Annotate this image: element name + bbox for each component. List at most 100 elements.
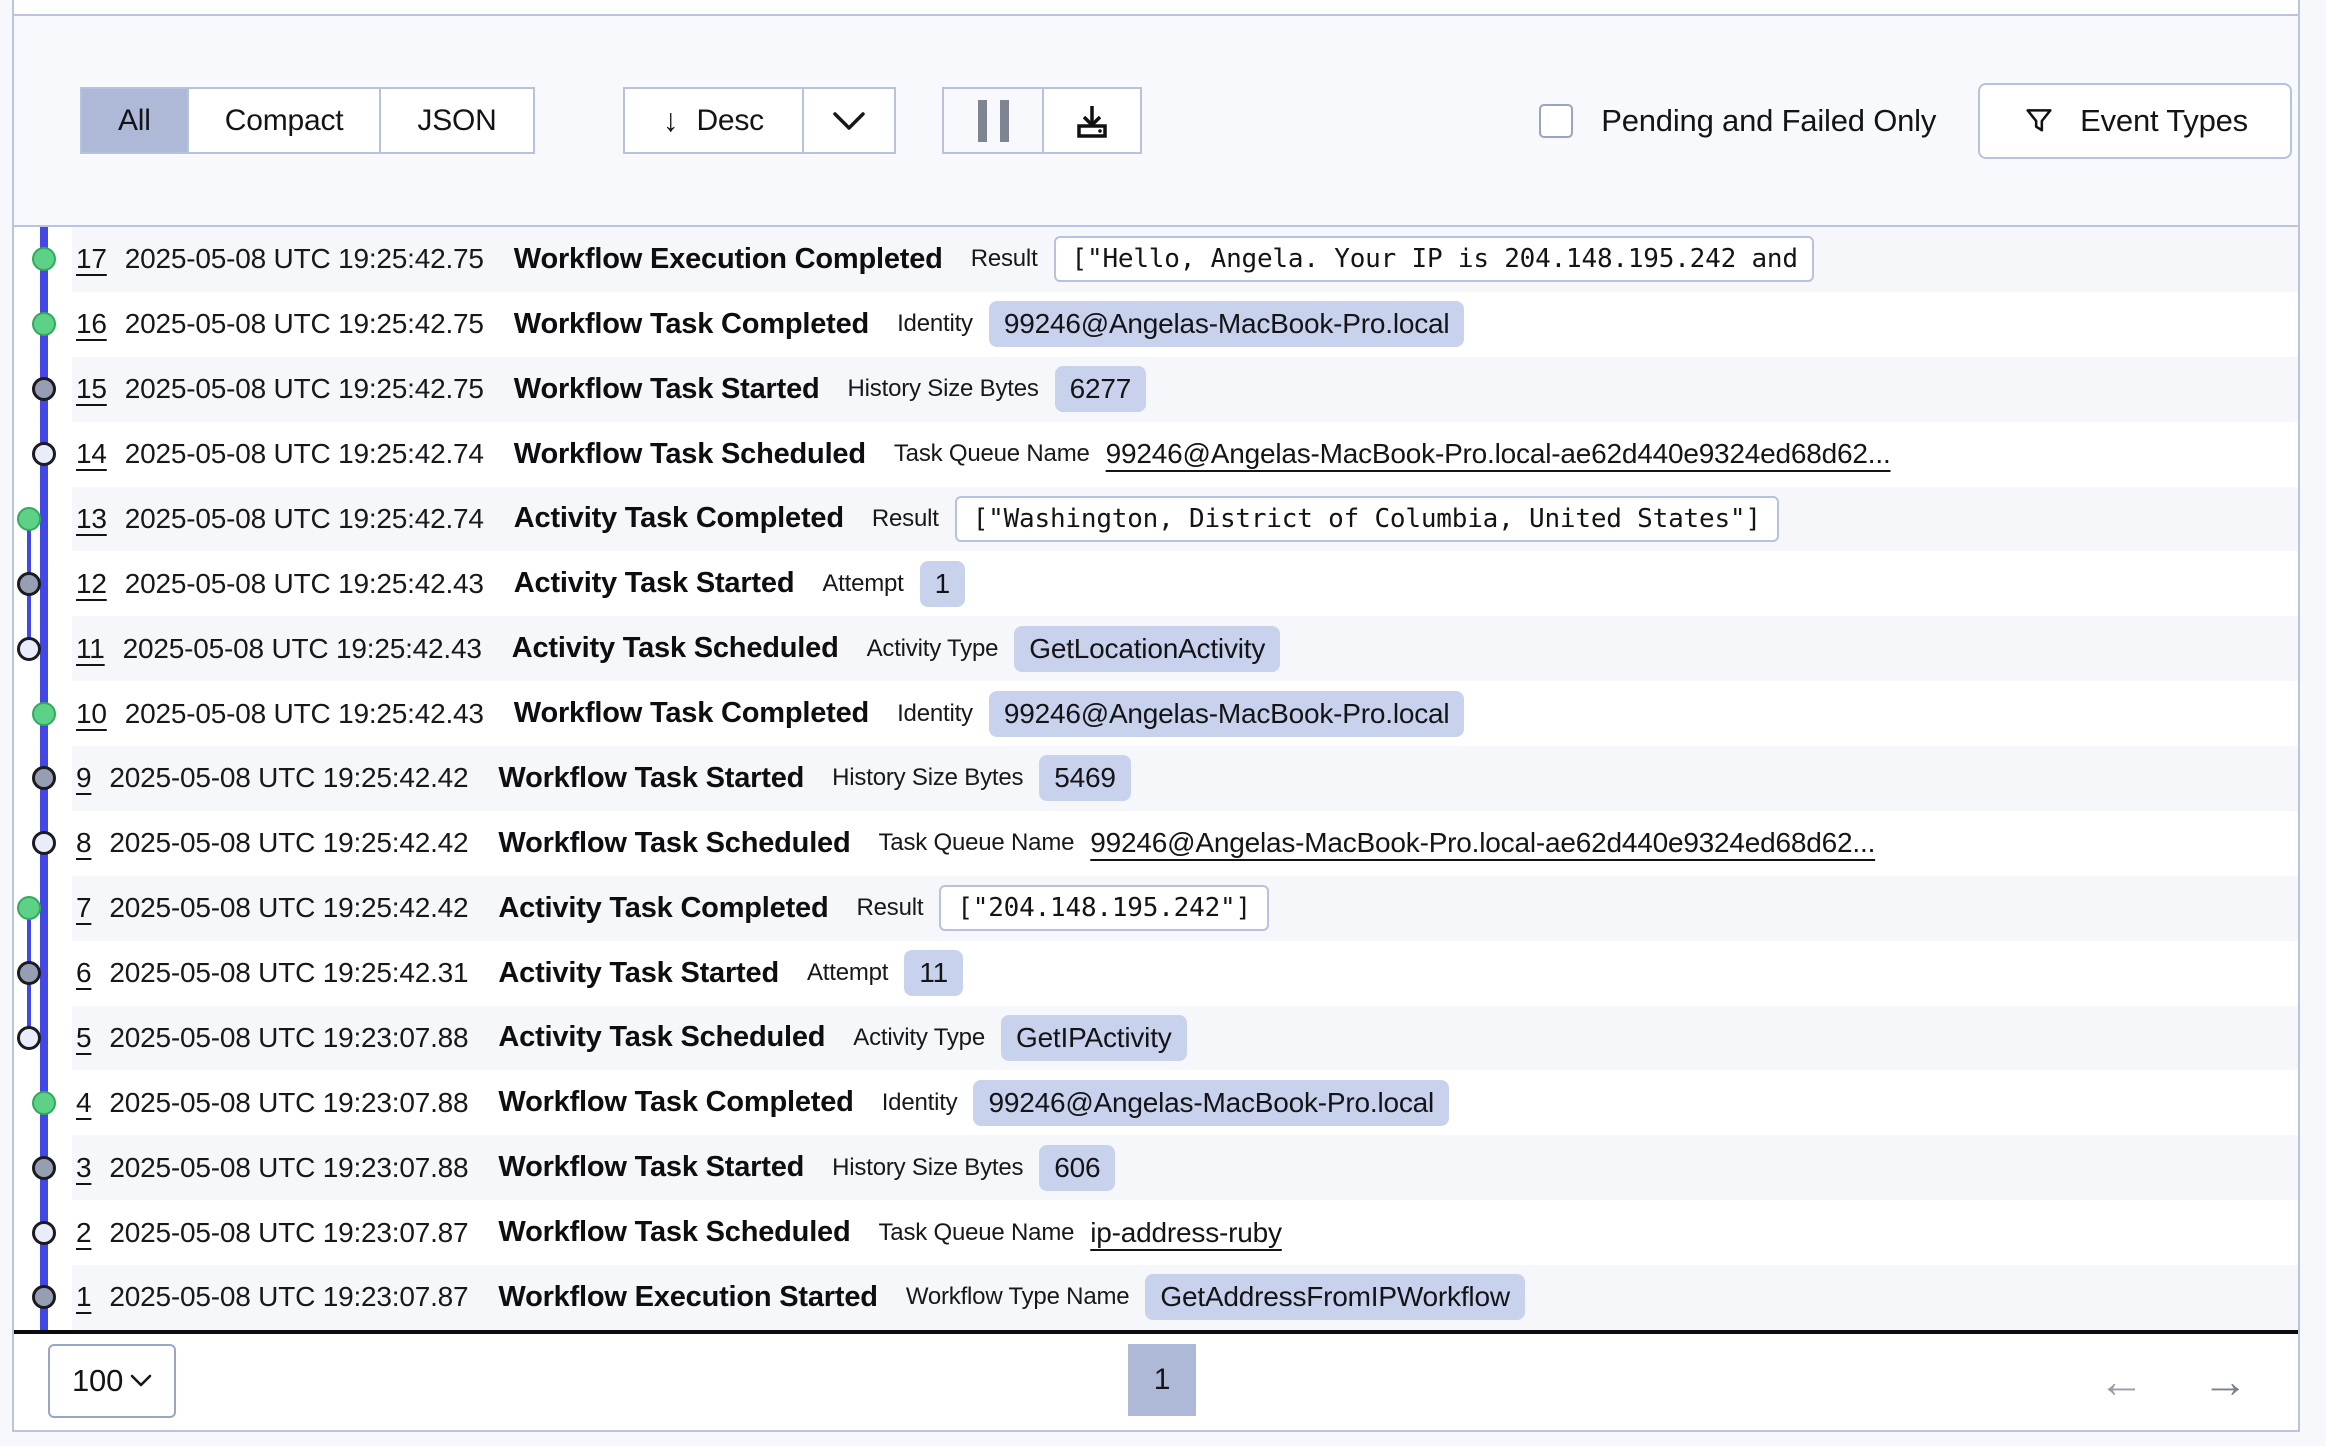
- tab-compact[interactable]: Compact: [187, 89, 380, 152]
- event-row[interactable]: 6 2025-05-08 UTC 19:25:42.31 Activity Ta…: [14, 941, 2298, 1006]
- event-result-codebox: ["Washington, District of Columbia, Unit…: [955, 496, 1779, 542]
- event-attribute-label: Result: [971, 245, 1038, 273]
- event-id-link[interactable]: 7: [76, 892, 91, 924]
- event-task-queue-link[interactable]: 99246@Angelas-MacBook-Pro.local-ae62d440…: [1090, 827, 1875, 859]
- event-row-body: 11 2025-05-08 UTC 19:25:42.43 Activity T…: [72, 616, 2298, 681]
- page-size-value: 100: [72, 1363, 123, 1399]
- event-id-link[interactable]: 4: [76, 1087, 91, 1119]
- event-id-link[interactable]: 15: [76, 373, 107, 405]
- pending-failed-checkbox[interactable]: [1539, 104, 1573, 138]
- event-history-toolbar: All Compact JSON ↓ Desc: [14, 14, 2298, 227]
- event-id-link[interactable]: 3: [76, 1152, 91, 1184]
- event-status-dot: [17, 1026, 41, 1050]
- arrow-down-icon: ↓: [663, 102, 679, 139]
- event-timestamp: 2025-05-08 UTC 19:25:42.43: [125, 698, 484, 730]
- event-attribute-badge: GetLocationActivity: [1014, 626, 1280, 672]
- event-id-link[interactable]: 10: [76, 698, 107, 730]
- download-history-button[interactable]: [1042, 89, 1140, 152]
- event-timestamp: 2025-05-08 UTC 19:23:07.88: [109, 1022, 468, 1054]
- event-id-link[interactable]: 11: [76, 633, 105, 665]
- next-page-arrow-icon[interactable]: →: [2202, 1358, 2248, 1404]
- event-row[interactable]: 12 2025-05-08 UTC 19:25:42.43 Activity T…: [14, 551, 2298, 616]
- event-attribute-label: Identity: [897, 310, 973, 338]
- event-id-link[interactable]: 16: [76, 308, 107, 340]
- event-row[interactable]: 13 2025-05-08 UTC 19:25:42.74 Activity T…: [14, 487, 2298, 552]
- event-row[interactable]: 11 2025-05-08 UTC 19:25:42.43 Activity T…: [14, 616, 2298, 681]
- event-type-name: Activity Task Completed: [514, 502, 844, 535]
- chevron-down-icon: [130, 1374, 152, 1388]
- chevron-down-icon: [832, 111, 866, 131]
- event-timestamp: 2025-05-08 UTC 19:25:42.31: [109, 957, 468, 989]
- event-row[interactable]: 4 2025-05-08 UTC 19:23:07.88 Workflow Ta…: [14, 1070, 2298, 1135]
- event-timestamp: 2025-05-08 UTC 19:25:42.42: [109, 892, 468, 924]
- event-timestamp: 2025-05-08 UTC 19:25:42.74: [125, 503, 484, 535]
- event-row[interactable]: 17 2025-05-08 UTC 19:25:42.75 Workflow E…: [14, 227, 2298, 292]
- event-status-dot: [32, 766, 56, 790]
- event-row[interactable]: 2 2025-05-08 UTC 19:23:07.87 Workflow Ta…: [14, 1200, 2298, 1265]
- event-row[interactable]: 16 2025-05-08 UTC 19:25:42.75 Workflow T…: [14, 292, 2298, 357]
- event-attribute-label: Activity Type: [853, 1024, 985, 1052]
- event-attribute-badge: 99246@Angelas-MacBook-Pro.local: [973, 1080, 1449, 1126]
- tab-all[interactable]: All: [82, 89, 187, 152]
- pagination-footer: 100 1 ← →: [14, 1334, 2298, 1428]
- event-row[interactable]: 15 2025-05-08 UTC 19:25:42.75 Workflow T…: [14, 357, 2298, 422]
- event-row-body: 3 2025-05-08 UTC 19:23:07.88 Workflow Ta…: [72, 1135, 2298, 1200]
- event-row[interactable]: 9 2025-05-08 UTC 19:25:42.42 Workflow Ta…: [14, 746, 2298, 811]
- download-icon: [1071, 100, 1113, 142]
- event-timestamp: 2025-05-08 UTC 19:23:07.88: [109, 1152, 468, 1184]
- event-status-dot: [32, 1221, 56, 1245]
- event-row[interactable]: 5 2025-05-08 UTC 19:23:07.88 Activity Ta…: [14, 1006, 2298, 1071]
- event-task-queue-link[interactable]: 99246@Angelas-MacBook-Pro.local-ae62d440…: [1106, 438, 1891, 470]
- event-row[interactable]: 1 2025-05-08 UTC 19:23:07.87 Workflow Ex…: [14, 1265, 2298, 1330]
- event-history-panel: All Compact JSON ↓ Desc: [12, 0, 2300, 1432]
- event-result-codebox: ["204.148.195.242"]: [939, 885, 1269, 931]
- previous-page-arrow-icon[interactable]: ←: [2098, 1358, 2144, 1404]
- event-row-body: 8 2025-05-08 UTC 19:25:42.42 Workflow Ta…: [72, 811, 2298, 876]
- event-timestamp: 2025-05-08 UTC 19:23:07.87: [109, 1217, 468, 1249]
- pause-autorefresh-button[interactable]: [944, 89, 1042, 152]
- event-attribute-label: Result: [856, 894, 923, 922]
- event-row[interactable]: 8 2025-05-08 UTC 19:25:42.42 Workflow Ta…: [14, 811, 2298, 876]
- event-row-body: 16 2025-05-08 UTC 19:25:42.75 Workflow T…: [72, 292, 2298, 357]
- event-id-link[interactable]: 12: [76, 568, 107, 600]
- event-attribute-badge: 99246@Angelas-MacBook-Pro.local: [989, 691, 1465, 737]
- pending-failed-label: Pending and Failed Only: [1601, 103, 1936, 139]
- event-row[interactable]: 10 2025-05-08 UTC 19:25:42.43 Workflow T…: [14, 681, 2298, 746]
- event-status-dot: [32, 1285, 56, 1309]
- page-size-select[interactable]: 100: [48, 1344, 176, 1418]
- event-id-link[interactable]: 13: [76, 503, 107, 535]
- event-timestamp: 2025-05-08 UTC 19:23:07.87: [109, 1281, 468, 1313]
- event-status-dot: [32, 702, 56, 726]
- event-attribute-badge: 5469: [1039, 755, 1131, 801]
- event-id-link[interactable]: 1: [76, 1281, 91, 1313]
- event-attribute-badge: 6277: [1055, 366, 1147, 412]
- event-row[interactable]: 14 2025-05-08 UTC 19:25:42.74 Workflow T…: [14, 422, 2298, 487]
- event-attribute-badge: 606: [1039, 1145, 1115, 1191]
- tab-json[interactable]: JSON: [379, 89, 532, 152]
- current-page-indicator[interactable]: 1: [1128, 1344, 1196, 1416]
- filter-funnel-icon: [2022, 104, 2056, 138]
- event-id-link[interactable]: 8: [76, 827, 91, 859]
- sort-order-button[interactable]: ↓ Desc: [625, 89, 802, 152]
- event-id-link[interactable]: 6: [76, 957, 91, 989]
- event-row-body: 1 2025-05-08 UTC 19:23:07.87 Workflow Ex…: [72, 1265, 2298, 1330]
- event-status-dot: [17, 507, 41, 531]
- event-id-link[interactable]: 9: [76, 762, 91, 794]
- event-id-link[interactable]: 17: [76, 243, 107, 275]
- event-timestamp: 2025-05-08 UTC 19:23:07.88: [109, 1087, 468, 1119]
- event-id-link[interactable]: 2: [76, 1217, 91, 1249]
- event-attribute-label: Workflow Type Name: [906, 1283, 1130, 1311]
- event-row[interactable]: 7 2025-05-08 UTC 19:25:42.42 Activity Ta…: [14, 876, 2298, 941]
- event-status-dot: [32, 442, 56, 466]
- event-timestamp: 2025-05-08 UTC 19:25:42.42: [109, 762, 468, 794]
- event-types-filter-button[interactable]: Event Types: [1978, 83, 2292, 159]
- sort-order-dropdown-button[interactable]: [802, 89, 894, 152]
- event-type-name: Workflow Task Started: [514, 373, 820, 406]
- event-timestamp: 2025-05-08 UTC 19:25:42.74: [125, 438, 484, 470]
- event-attribute-badge: GetIPActivity: [1001, 1015, 1187, 1061]
- event-task-queue-link[interactable]: ip-address-ruby: [1090, 1217, 1282, 1249]
- event-id-link[interactable]: 5: [76, 1022, 91, 1054]
- event-type-name: Activity Task Completed: [498, 892, 828, 925]
- event-row[interactable]: 3 2025-05-08 UTC 19:23:07.88 Workflow Ta…: [14, 1135, 2298, 1200]
- event-id-link[interactable]: 14: [76, 438, 107, 470]
